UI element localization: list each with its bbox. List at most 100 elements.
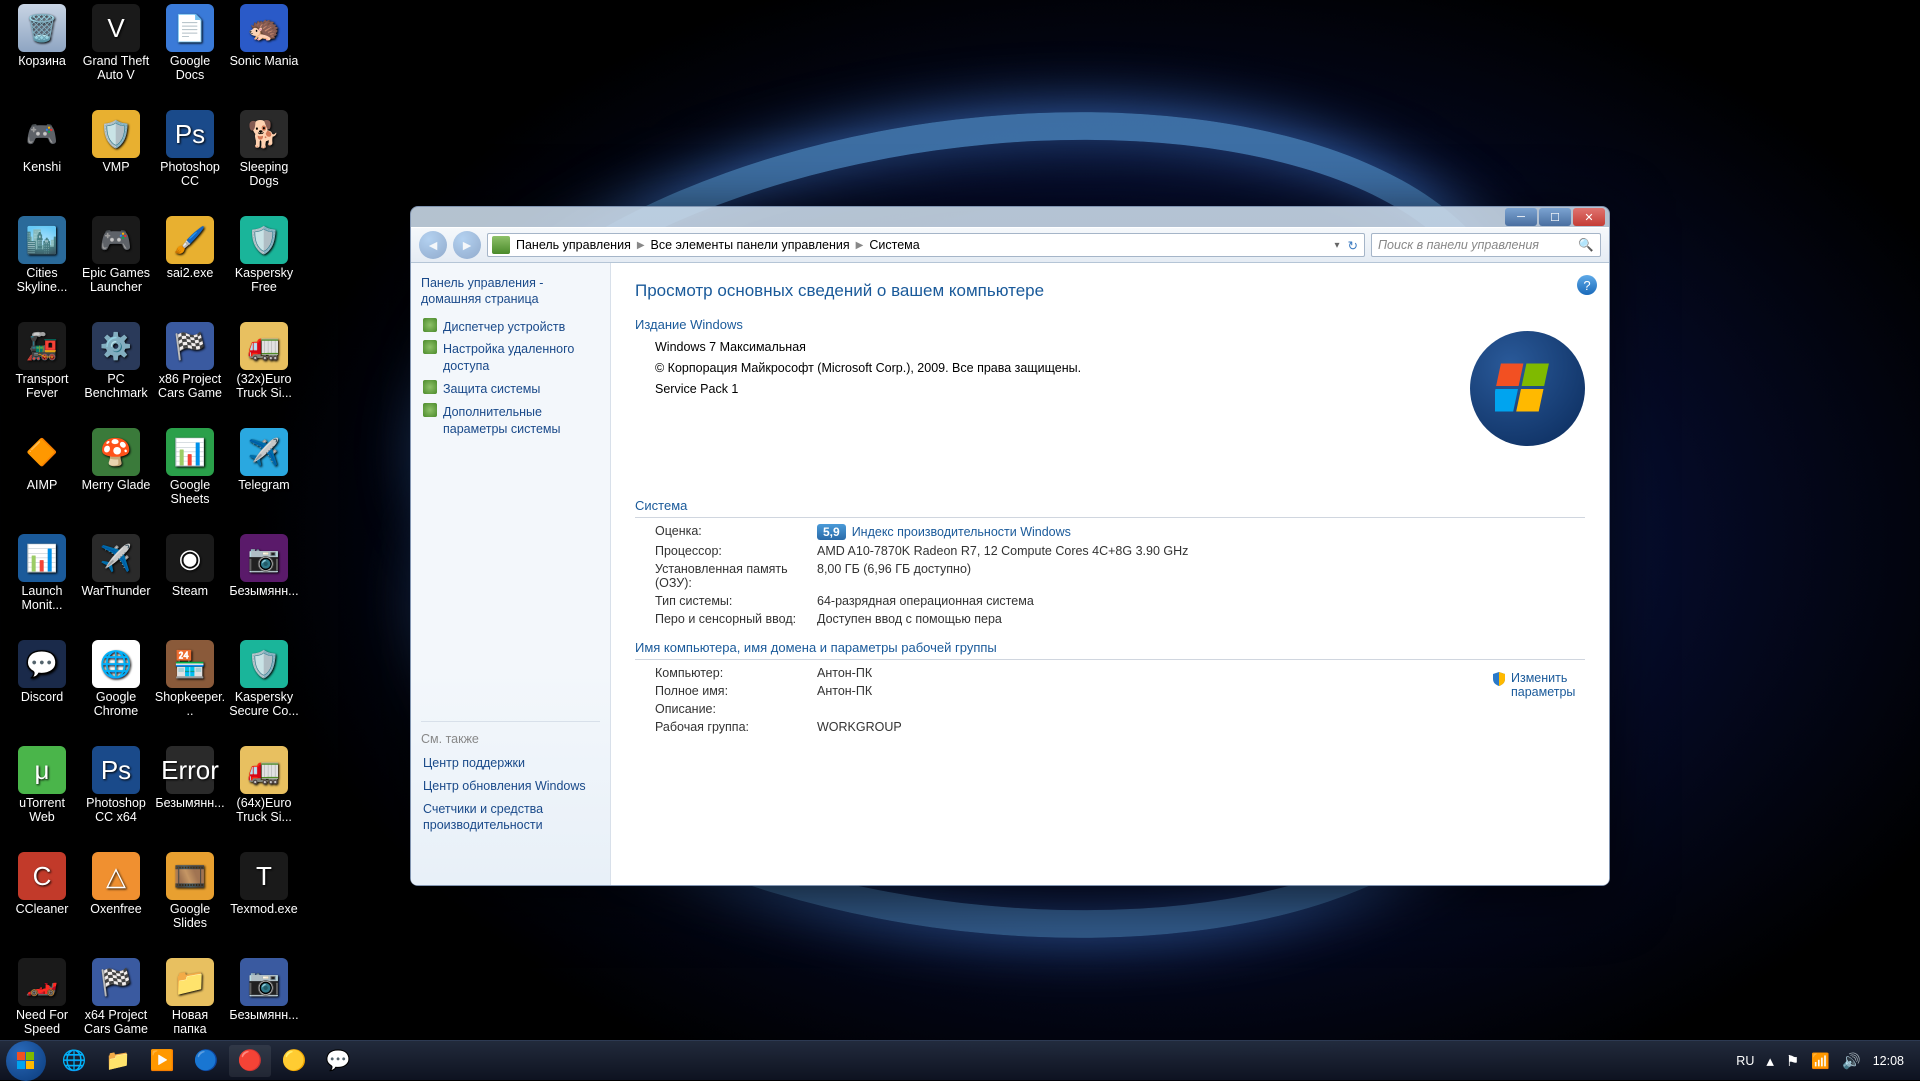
desktop-icon[interactable]: 🚛(64x)Euro Truck Si... — [228, 746, 300, 825]
help-icon[interactable]: ? — [1577, 275, 1597, 295]
refresh-icon[interactable]: ↻ — [1348, 238, 1358, 253]
fullname-value: Антон-ПК — [817, 684, 1585, 698]
search-input[interactable]: Поиск в панели управления 🔍 — [1371, 233, 1601, 257]
nav-back-button[interactable]: ◄ — [419, 231, 447, 259]
desktop-icon[interactable]: 🚂Transport Fever — [6, 322, 78, 401]
start-button[interactable] — [6, 1041, 46, 1081]
desktop-icon[interactable]: 📷Безымянн... — [228, 534, 300, 598]
icon-label: uTorrent Web — [6, 796, 78, 825]
sidebar-item-system-protection[interactable]: Защита системы — [421, 378, 600, 401]
taskbar-app-icon[interactable]: 💬 — [317, 1045, 359, 1077]
description-value — [817, 702, 1585, 716]
minimize-button[interactable]: ─ — [1505, 208, 1537, 226]
desktop-icon[interactable]: ✈️WarThunder — [80, 534, 152, 598]
taskbar-app-icon[interactable]: 🟡 — [273, 1045, 315, 1077]
desktop-icon[interactable]: 🦔Sonic Mania — [228, 4, 300, 68]
icon-label: Безымянн... — [228, 1008, 300, 1022]
icon-label: Oxenfree — [80, 902, 152, 916]
close-button[interactable]: ✕ — [1573, 208, 1605, 226]
desktop-icon[interactable]: 🗑️Корзина — [6, 4, 78, 68]
sidebar-item-device-manager[interactable]: Диспетчер устройств — [421, 316, 600, 339]
nav-forward-button[interactable]: ► — [453, 231, 481, 259]
desktop-icon[interactable]: TTexmod.exe — [228, 852, 300, 916]
icon-label: Корзина — [6, 54, 78, 68]
address-bar[interactable]: Панель управления ▶ Все элементы панели … — [487, 233, 1365, 257]
desktop-icon[interactable]: 🎮Epic Games Launcher — [80, 216, 152, 295]
app-icon: Error — [166, 746, 214, 794]
taskbar-media-icon[interactable]: ▶️ — [141, 1045, 183, 1077]
sidebar-item-windows-update[interactable]: Центр обновления Windows — [421, 775, 600, 798]
desktop-icon[interactable]: 🏪Shopkeeper... — [154, 640, 226, 719]
icon-label: Merry Glade — [80, 478, 152, 492]
desktop-icon[interactable]: 📷Безымянн... — [228, 958, 300, 1022]
app-icon: 🛡️ — [92, 110, 140, 158]
desktop-icon[interactable]: ErrorБезымянн... — [154, 746, 226, 810]
desktop-icon[interactable]: 🌐Google Chrome — [80, 640, 152, 719]
breadcrumb-item[interactable]: Панель управления — [516, 238, 631, 252]
tray-network-icon[interactable]: 📶 — [1811, 1052, 1830, 1070]
dropdown-icon[interactable]: ▾ — [1334, 240, 1339, 251]
change-settings-link[interactable]: Изменить параметры — [1491, 671, 1581, 699]
tray-clock[interactable]: 12:08 — [1873, 1054, 1904, 1068]
desktop-icon[interactable]: 🏙️Cities Skyline... — [6, 216, 78, 295]
sidebar-home-link[interactable]: Панель управления - домашняя страница — [421, 275, 600, 308]
desktop-icon[interactable]: 💬Discord — [6, 640, 78, 704]
desktop-icon[interactable]: 🔶AIMP — [6, 428, 78, 492]
desktop-icon[interactable]: 🎮Kenshi — [6, 110, 78, 174]
icon-label: Google Slides — [154, 902, 226, 931]
search-icon: 🔍 — [1578, 238, 1594, 253]
sidebar-item-action-center[interactable]: Центр поддержки — [421, 752, 600, 775]
icon-label: Photoshop CC — [154, 160, 226, 189]
app-icon: 📊 — [18, 534, 66, 582]
desktop-icon[interactable]: 🛡️Kaspersky Free — [228, 216, 300, 295]
systype-value: 64-разрядная операционная система — [817, 594, 1585, 608]
tray-flag-icon[interactable]: ⚑ — [1786, 1052, 1799, 1070]
desktop-icon[interactable]: △Oxenfree — [80, 852, 152, 916]
tray-volume-icon[interactable]: 🔊 — [1842, 1052, 1861, 1070]
desktop-icon[interactable]: 🏎️Need For Speed Und... — [6, 958, 78, 1038]
desktop-icon[interactable]: 🐕Sleeping Dogs — [228, 110, 300, 189]
taskbar-opera-icon[interactable]: 🔴 — [229, 1045, 271, 1077]
sidebar-item-advanced[interactable]: Дополнительные параметры системы — [421, 401, 600, 441]
desktop-icon[interactable]: 🏁x86 Project Cars Game ... — [154, 322, 226, 402]
desktop-icon[interactable]: PsPhotoshop CC x64 — [80, 746, 152, 825]
desktop-icon[interactable]: 🛡️VMP — [80, 110, 152, 174]
icon-label: Photoshop CC x64 — [80, 796, 152, 825]
tray-lang[interactable]: RU — [1736, 1054, 1754, 1068]
tray-show-hidden-icon[interactable]: ▴ — [1766, 1052, 1774, 1070]
shield-icon — [1491, 671, 1507, 687]
desktop-icon[interactable]: ⚙️PC Benchmark — [80, 322, 152, 401]
icon-label: PC Benchmark — [80, 372, 152, 401]
breadcrumb-item[interactable]: Система — [869, 238, 919, 252]
desktop-icon[interactable]: 🍄Merry Glade — [80, 428, 152, 492]
desktop-icon[interactable]: 📊Google Sheets — [154, 428, 226, 507]
sidebar-item-perf-tools[interactable]: Счетчики и средства производительности — [421, 798, 600, 838]
desktop-icon[interactable]: 📁Новая папка — [154, 958, 226, 1037]
taskbar-chrome-icon[interactable]: 🔵 — [185, 1045, 227, 1077]
section-windows-edition: Издание Windows — [635, 317, 1585, 332]
edition-name: Windows 7 Максимальная — [655, 338, 1585, 357]
desktop-icon[interactable]: 🏁x64 Project Cars Game ... — [80, 958, 152, 1038]
icon-label: Texmod.exe — [228, 902, 300, 916]
desktop-icon[interactable]: VGrand Theft Auto V — [80, 4, 152, 83]
sidebar-item-remote-settings[interactable]: Настройка удаленного доступа — [421, 338, 600, 378]
maximize-button[interactable]: ☐ — [1539, 208, 1571, 226]
app-icon: 🔶 — [18, 428, 66, 476]
desktop-icon[interactable]: 🎞️Google Slides — [154, 852, 226, 931]
breadcrumb-item[interactable]: Все элементы панели управления — [651, 238, 850, 252]
desktop-icon[interactable]: 🖌️sai2.exe — [154, 216, 226, 280]
desktop-icon[interactable]: CCCleaner — [6, 852, 78, 916]
taskbar-explorer-icon[interactable]: 📁 — [97, 1045, 139, 1077]
desktop-icon[interactable]: 🛡️Kaspersky Secure Co... — [228, 640, 300, 719]
desktop-icon[interactable]: 📊Launch Monit... — [6, 534, 78, 613]
desktop-icon[interactable]: ✈️Telegram — [228, 428, 300, 492]
desktop-icon[interactable]: ◉Steam — [154, 534, 226, 598]
ram-label: Установленная память (ОЗУ): — [655, 562, 805, 590]
taskbar-ie-icon[interactable]: 🌐 — [53, 1045, 95, 1077]
desktop-icon[interactable]: 📄Google Docs — [154, 4, 226, 83]
desktop-icon[interactable]: 🚛(32x)Euro Truck Si... — [228, 322, 300, 401]
see-also-heading: См. также — [421, 732, 600, 746]
desktop-icon[interactable]: μuTorrent Web — [6, 746, 78, 825]
wei-link[interactable]: Индекс производительности Windows — [852, 525, 1071, 539]
desktop-icon[interactable]: PsPhotoshop CC — [154, 110, 226, 189]
